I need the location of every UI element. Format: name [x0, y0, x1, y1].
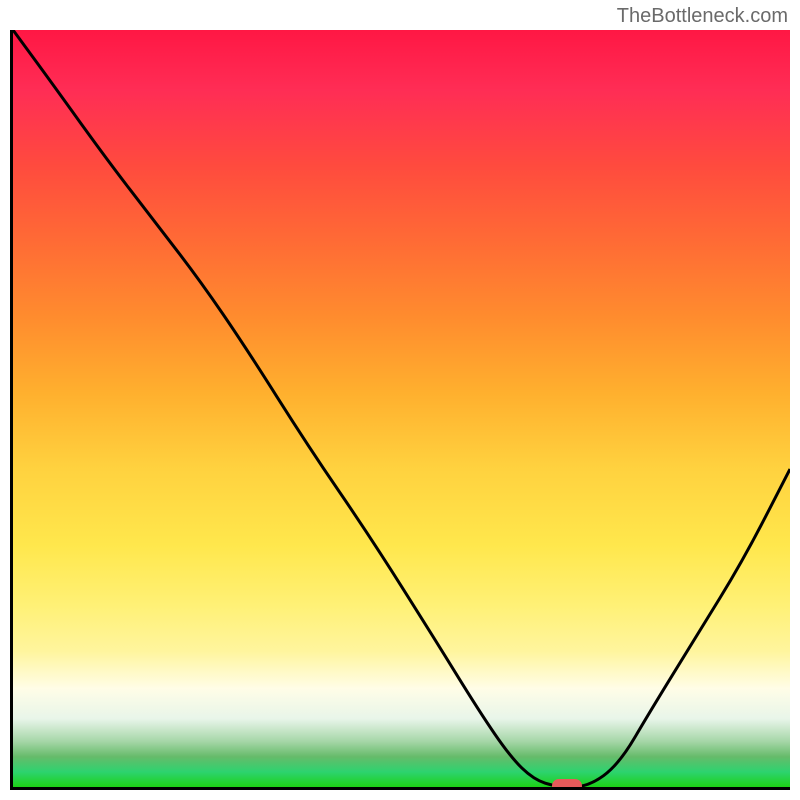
curve-svg	[13, 30, 790, 787]
optimal-marker	[552, 779, 582, 790]
chart-container: TheBottleneck.com	[0, 0, 800, 800]
watermark-text: TheBottleneck.com	[617, 5, 788, 28]
bottleneck-curve-path	[13, 30, 790, 787]
plot-area	[10, 30, 790, 790]
